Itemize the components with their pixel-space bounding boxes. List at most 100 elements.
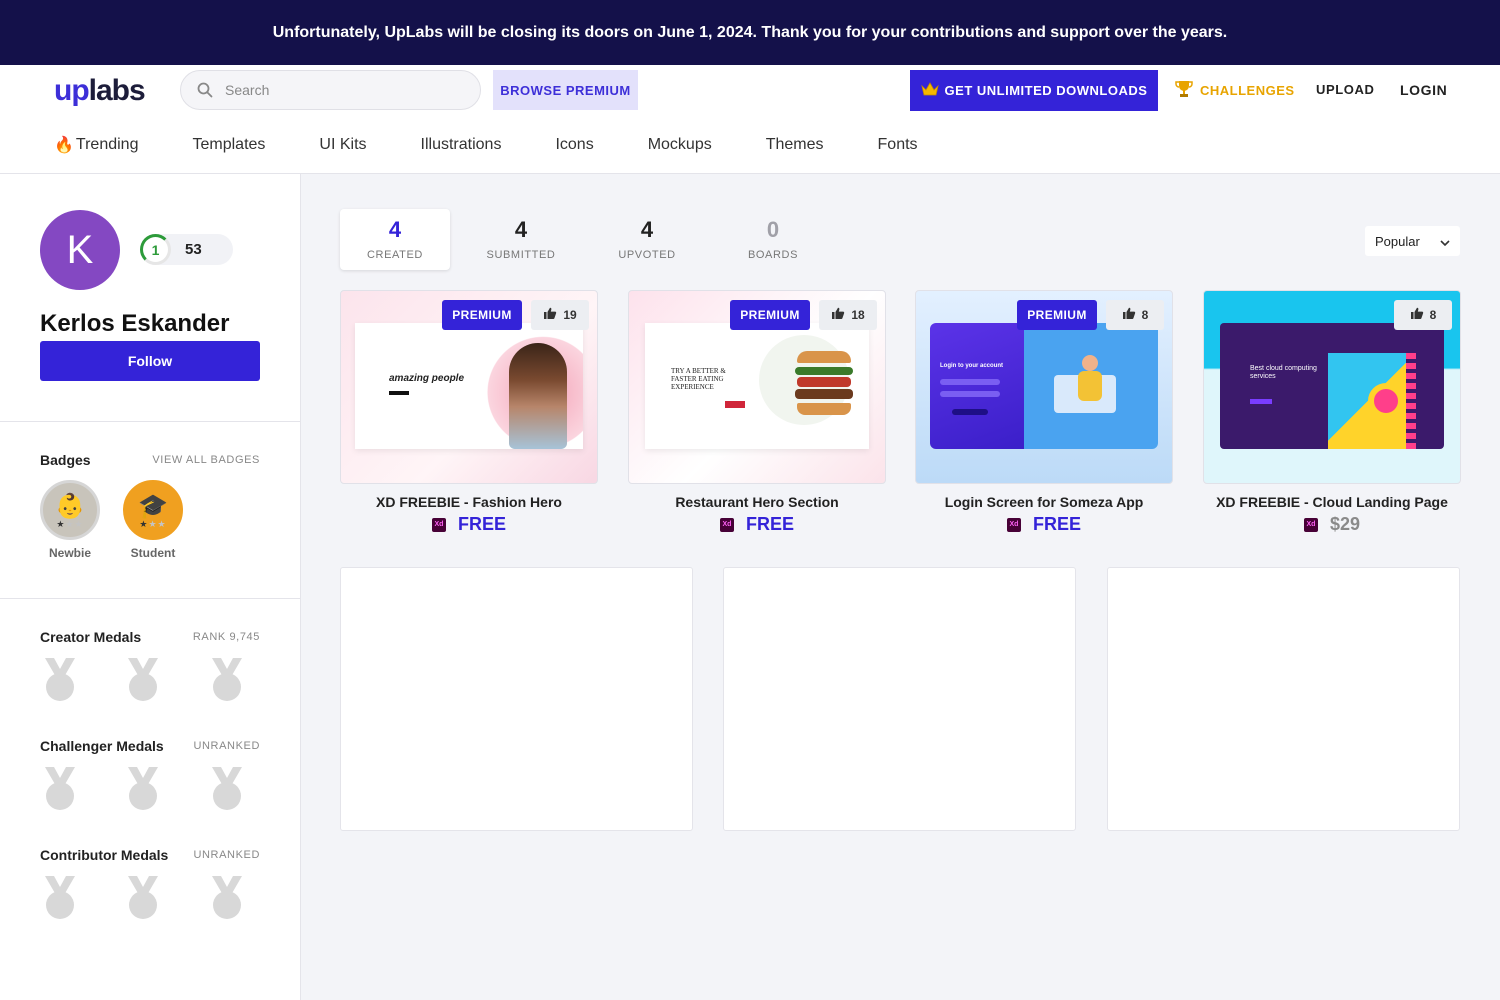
graduation-cap-icon: 🎓 ★★★ xyxy=(123,480,183,540)
placeholder-card xyxy=(1107,567,1460,831)
creator-rank: RANK 9,745 xyxy=(192,631,260,643)
divider xyxy=(0,421,300,422)
nav-item-templates[interactable]: Templates xyxy=(192,135,265,155)
site-header: uplabs BROWSE PREMIUM GET UNLIMITED DOWN… xyxy=(0,65,1500,174)
chevron-down-icon xyxy=(1440,234,1450,249)
shot-price: $29 xyxy=(1329,514,1361,534)
nav-item-icons[interactable]: Icons xyxy=(555,135,593,155)
nav-item-ui-kits[interactable]: UI Kits xyxy=(319,135,366,155)
shot-thumbnail[interactable]: Login to your account PREMIUM 8 xyxy=(915,290,1173,484)
medal-placeholder-icon xyxy=(209,766,245,812)
nav-item-fonts[interactable]: Fonts xyxy=(878,135,918,155)
login-link[interactable]: LOGIN xyxy=(1400,82,1447,98)
shot-thumbnail[interactable]: TRY A BETTER & FASTER EATING EXPERIENCE … xyxy=(628,290,886,484)
baby-icon: 👶 ★★★ xyxy=(40,480,100,540)
sort-value: Popular xyxy=(1375,233,1420,249)
thumbs-up-icon xyxy=(543,307,557,323)
adobe-xd-icon: Xd xyxy=(431,517,446,532)
placeholder-card xyxy=(723,567,1076,831)
shot-title[interactable]: Restaurant Hero Section xyxy=(628,494,886,510)
like-button[interactable]: 8 xyxy=(1394,300,1452,330)
thumbs-up-icon xyxy=(831,307,845,323)
divider xyxy=(0,598,300,599)
creator-medals-title: Creator Medals xyxy=(40,629,142,645)
shot-price: FREE xyxy=(1032,514,1081,534)
placeholder-card xyxy=(340,567,693,831)
nav-item-mockups[interactable]: Mockups xyxy=(648,135,712,155)
shot-title[interactable]: Login Screen for Someza App xyxy=(915,494,1173,510)
medal-placeholder-icon xyxy=(209,657,245,703)
shot-thumbnail[interactable]: Best cloud computing services 8 xyxy=(1203,290,1461,484)
adobe-xd-icon: Xd xyxy=(1303,517,1318,532)
challenger-medals-title: Challenger Medals xyxy=(40,738,164,754)
points-count: 53 xyxy=(185,241,202,258)
shot-price: FREE xyxy=(745,514,794,534)
thumbs-up-icon xyxy=(1410,307,1424,323)
medal-placeholder-icon xyxy=(42,875,78,921)
follow-button[interactable]: Follow xyxy=(40,341,260,381)
premium-badge: PREMIUM xyxy=(730,300,810,330)
adobe-xd-icon: Xd xyxy=(1006,517,1021,532)
challenger-rank: UNRANKED xyxy=(193,740,260,752)
badges-title: Badges xyxy=(40,452,91,468)
shot-price: FREE xyxy=(457,514,506,534)
user-name: Kerlos Eskander xyxy=(40,310,230,337)
badge-student[interactable]: 🎓 ★★★ Student xyxy=(123,480,183,560)
sort-select[interactable]: Popular xyxy=(1365,226,1460,256)
level-ring: 1 xyxy=(140,234,171,265)
shot-thumbnail[interactable]: amazing people PREMIUM 19 xyxy=(340,290,598,484)
shot-card[interactable]: Best cloud computing services 8 XD FREEB… xyxy=(1203,290,1461,535)
like-button[interactable]: 18 xyxy=(819,300,877,330)
shot-price-row: Xd FREE xyxy=(340,514,598,535)
tab-upvoted[interactable]: 4 UPVOTED xyxy=(592,209,702,270)
medal-placeholder-icon xyxy=(42,766,78,812)
shot-price-row: Xd $29 xyxy=(1203,514,1461,535)
nav-item-illustrations[interactable]: Illustrations xyxy=(421,135,502,155)
premium-badge: PREMIUM xyxy=(442,300,522,330)
adobe-xd-icon: Xd xyxy=(719,517,734,532)
upload-link[interactable]: UPLOAD xyxy=(1316,82,1375,97)
nav-item-themes[interactable]: Themes xyxy=(766,135,824,155)
challenges-link[interactable]: CHALLENGES xyxy=(1174,78,1295,102)
shot-title[interactable]: XD FREEBIE - Cloud Landing Page xyxy=(1203,494,1461,510)
uplabs-logo[interactable]: uplabs xyxy=(54,76,146,106)
avatar[interactable]: K xyxy=(40,210,120,290)
challenges-label: CHALLENGES xyxy=(1200,82,1295,98)
like-button[interactable]: 8 xyxy=(1106,300,1164,330)
like-button[interactable]: 19 xyxy=(531,300,589,330)
search-icon xyxy=(185,82,225,98)
browse-premium-button[interactable]: BROWSE PREMIUM xyxy=(493,70,638,110)
shot-card[interactable]: Login to your account PREMIUM 8 Login Sc… xyxy=(915,290,1173,535)
thumbs-up-icon xyxy=(1122,307,1136,323)
badge-newbie[interactable]: 👶 ★★★ Newbie xyxy=(40,480,100,560)
get-unlimited-label: GET UNLIMITED DOWNLOADS xyxy=(944,83,1148,98)
shot-title[interactable]: XD FREEBIE - Fashion Hero xyxy=(340,494,598,510)
medal-placeholder-icon xyxy=(125,657,161,703)
medal-placeholder-icon xyxy=(125,766,161,812)
crown-icon xyxy=(920,82,939,99)
shot-card[interactable]: TRY A BETTER & FASTER EATING EXPERIENCE … xyxy=(628,290,886,535)
profile-content: 4 CREATED 4 SUBMITTED 4 UPVOTED 0 BOARDS… xyxy=(301,174,1500,1000)
premium-badge: PREMIUM xyxy=(1017,300,1097,330)
contributor-rank: UNRANKED xyxy=(193,849,260,861)
banner-text: Unfortunately, UpLabs will be closing it… xyxy=(272,23,1228,41)
medal-placeholder-icon xyxy=(209,875,245,921)
level-indicator: 1 53 xyxy=(140,234,233,265)
get-unlimited-downloads-button[interactable]: GET UNLIMITED DOWNLOADS xyxy=(910,70,1158,111)
shot-price-row: Xd FREE xyxy=(915,514,1173,535)
category-nav: 🔥 Trending Templates UI Kits Illustration… xyxy=(54,135,972,155)
medal-placeholder-icon xyxy=(42,657,78,703)
view-all-badges-link[interactable]: VIEW ALL BADGES xyxy=(152,454,260,466)
fire-icon: 🔥 xyxy=(54,137,74,154)
contributor-medals-title: Contributor Medals xyxy=(40,847,169,863)
tab-created[interactable]: 4 CREATED xyxy=(340,209,450,270)
nav-item-trending[interactable]: 🔥 Trending xyxy=(54,135,138,155)
search-bar xyxy=(180,70,481,110)
tab-submitted[interactable]: 4 SUBMITTED xyxy=(466,209,576,270)
trophy-icon xyxy=(1174,79,1194,102)
tab-boards[interactable]: 0 BOARDS xyxy=(718,209,828,270)
shot-card[interactable]: amazing people PREMIUM 19 XD FREEBIE - F… xyxy=(340,290,598,535)
closing-announcement-banner: Unfortunately, UpLabs will be closing it… xyxy=(0,0,1500,65)
profile-sidebar: K 1 53 Kerlos Eskander Follow Badges VIE… xyxy=(0,174,301,1000)
search-input[interactable] xyxy=(225,82,465,98)
